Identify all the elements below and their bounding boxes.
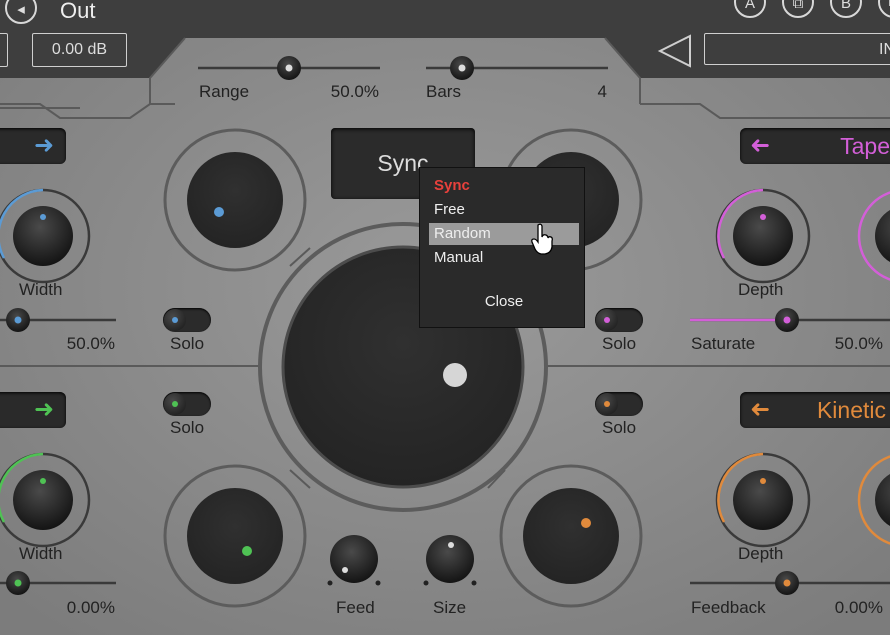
solo-toggle-bottom-right[interactable]: [595, 392, 643, 416]
arrow-left-icon: ➜: [750, 396, 771, 423]
module-name-bar-bottom-left[interactable]: ➜: [0, 392, 66, 428]
hand-cursor-icon: [531, 223, 553, 255]
solo-toggle-top-right[interactable]: [595, 308, 643, 332]
sync-menu-header: Sync: [434, 177, 470, 194]
size-label: Size: [433, 598, 467, 617]
solo-label-bottom-right: Solo: [602, 418, 637, 437]
arrow-right-icon: ➜: [34, 132, 55, 159]
feedback-value: 0.00%: [834, 598, 883, 617]
position-dot-blue[interactable]: [214, 207, 224, 217]
saturate-label: Saturate: [691, 334, 756, 353]
range-value: 50.0%: [330, 82, 379, 101]
module-name-bar-top-left[interactable]: ➜: [0, 128, 66, 164]
sync-menu-item-manual[interactable]: Manual: [429, 247, 579, 269]
position-dot-green[interactable]: [242, 546, 252, 556]
module-name-tape: Tape: [840, 133, 890, 159]
range-label: Range: [199, 82, 250, 101]
feed-label: Feed: [336, 598, 375, 617]
solo-label-top-right: Solo: [602, 334, 637, 353]
saturate-value: 50.0%: [834, 334, 883, 353]
width-label-top: Width: [19, 280, 63, 299]
sync-menu-item-free[interactable]: Free: [429, 199, 579, 221]
depth-label-bottom: Depth: [738, 544, 784, 563]
sync-menu-item-random[interactable]: Random: [429, 223, 579, 245]
bars-label: Bars: [426, 82, 461, 101]
module-name-kinetic: Kinetic: [816, 397, 886, 423]
sync-menu-close[interactable]: Close: [429, 291, 579, 313]
module-name-bar-bottom-right[interactable]: ➜ Kinetic: [740, 392, 890, 428]
width-value-bottom: 0.00%: [66, 598, 115, 617]
bars-value: 4: [597, 82, 607, 101]
feed-knob[interactable]: [330, 535, 378, 583]
plugin-window: ◂ Out 0.00 dB IN A ⧉ B ⧉ Range 50.0% Bar…: [0, 0, 890, 635]
solo-label-top-left: Solo: [170, 334, 205, 353]
module-name-bar-top-right[interactable]: ➜ Tape: [740, 128, 890, 164]
width-value-top: 50.0%: [66, 334, 115, 353]
solo-toggle-bottom-left[interactable]: [163, 392, 211, 416]
width-label-bottom: Width: [19, 544, 63, 563]
position-dot-orange[interactable]: [581, 518, 591, 528]
feedback-label: Feedback: [691, 598, 766, 617]
sync-dropdown-menu: Sync Free Random Manual Close: [419, 167, 585, 328]
solo-toggle-top-left[interactable]: [163, 308, 211, 332]
solo-label-bottom-left: Solo: [170, 418, 205, 437]
arrow-right-icon: ➜: [34, 396, 55, 423]
arrow-left-icon: ➜: [750, 132, 771, 159]
depth-label-top: Depth: [738, 280, 784, 299]
center-position-dot[interactable]: [443, 363, 467, 387]
